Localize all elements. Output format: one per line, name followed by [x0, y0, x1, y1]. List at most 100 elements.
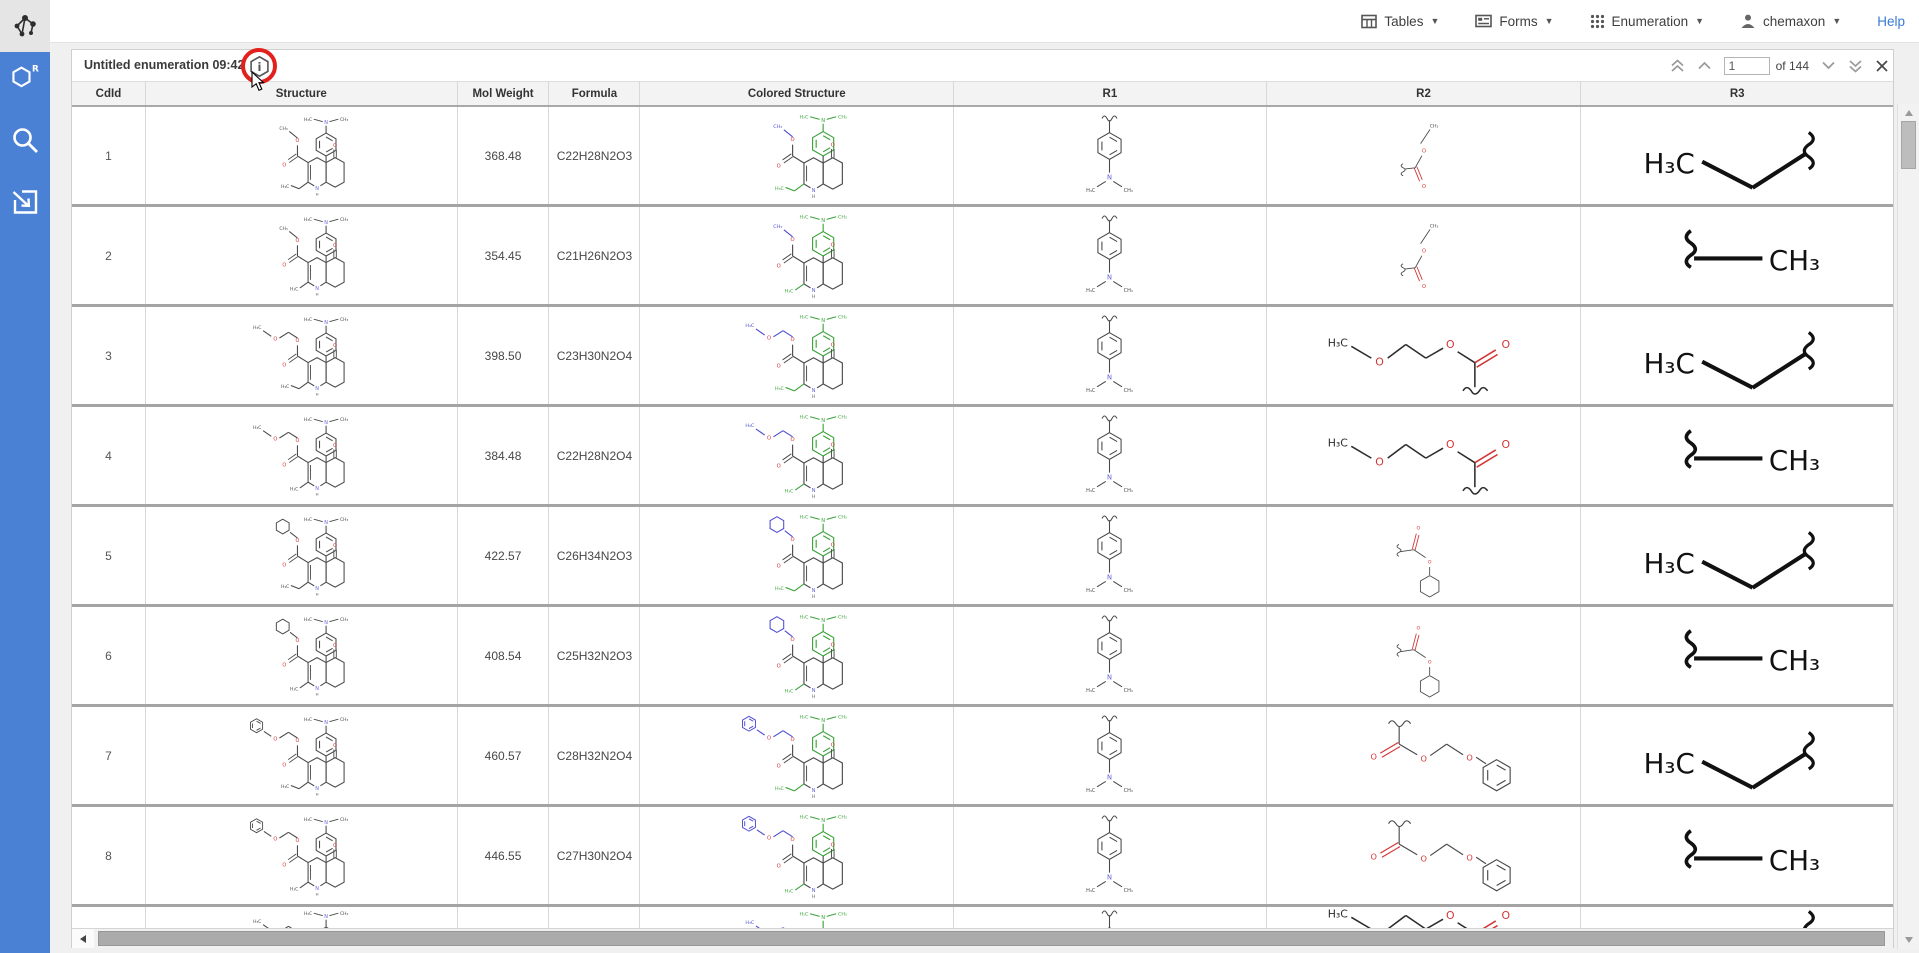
close-button[interactable]	[1875, 59, 1889, 73]
column-header-r2[interactable]: R2	[1267, 82, 1582, 105]
cell-r1[interactable]: NH₃CCH₃	[954, 107, 1267, 204]
column-header-colored[interactable]: Colored Structure	[640, 82, 954, 105]
cell-mol-weight[interactable]: 446.55	[458, 807, 550, 904]
previous-page-button[interactable]	[1697, 61, 1712, 70]
cell-mol-weight[interactable]: 384.48	[458, 407, 550, 504]
next-page-button[interactable]	[1821, 61, 1836, 70]
cell-colored-structure[interactable]: H₃CNCH₃NHOOOOH₃CH₃C	[640, 407, 954, 504]
cell-formula[interactable]: C22H28N2O3	[549, 107, 640, 204]
cell-colored-structure[interactable]: H₃CNCH₃NHOOOCH₃H₃C	[640, 107, 954, 204]
cell-structure[interactable]: H₃CNCH₃NHOOOCH₃H₃C	[146, 207, 458, 304]
cell-r2[interactable]: OO	[1267, 607, 1582, 704]
cell-colored-structure[interactable]: H₃CNCH₃NHOOOOH₃CH₃C	[640, 307, 954, 404]
cell-cdid[interactable]: 5	[72, 507, 146, 604]
vertical-scrollbar-thumb[interactable]	[1901, 121, 1916, 169]
cell-mol-weight[interactable]: 408.54	[458, 607, 550, 704]
cell-colored-structure[interactable]: H₃CNCH₃NHOOOH₃C	[640, 607, 954, 704]
cell-colored-structure[interactable]: H₃CNCH₃NHOOOOH₃CH₃C	[640, 907, 954, 928]
cell-r3[interactable]: CH₃	[1581, 207, 1893, 304]
cell-r2[interactable]: OOO	[1267, 807, 1582, 904]
cell-formula[interactable]: C25H32N2O3	[549, 607, 640, 704]
scroll-down-button[interactable]	[1898, 933, 1919, 947]
cell-mol-weight[interactable]: 422.57	[458, 507, 550, 604]
cell-r1[interactable]: NH₃CCH₃	[954, 207, 1267, 304]
cell-formula[interactable]: C21H26N2O3	[549, 207, 640, 304]
cell-r3[interactable]: H₃C	[1581, 507, 1893, 604]
cell-r2[interactable]: CH₃OO	[1267, 107, 1582, 204]
cell-structure[interactable]: H₃CNCH₃NHOOOCH₃H₃C	[146, 107, 458, 204]
cell-r1[interactable]: NH₃CCH₃	[954, 607, 1267, 704]
cell-structure[interactable]: H₃CNCH₃NHOOOOH₃CH₃C	[146, 407, 458, 504]
menu-forms[interactable]: Forms ▼	[1475, 14, 1553, 29]
cell-colored-structure[interactable]: H₃CNCH₃NHOOOOH₃C	[640, 807, 954, 904]
cell-cdid[interactable]: 1	[72, 107, 146, 204]
cell-r3[interactable]: CH₃	[1581, 607, 1893, 704]
cell-cdid[interactable]: 8	[72, 807, 146, 904]
cell-mol-weight[interactable]: 354.45	[458, 207, 550, 304]
column-header-r1[interactable]: R1	[954, 82, 1267, 105]
cell-structure[interactable]: H₃CNCH₃NHOOOOH₃CH₃C	[146, 307, 458, 404]
cell-r1[interactable]: NH₃CCH₃	[954, 707, 1267, 804]
cell-structure[interactable]: H₃CNCH₃NHOOOOH₃C	[146, 807, 458, 904]
app-logo[interactable]	[0, 0, 50, 52]
cell-colored-structure[interactable]: H₃CNCH₃NHOOOH₃C	[640, 507, 954, 604]
cell-cdid[interactable]	[72, 907, 146, 928]
cell-r3[interactable]: CH₃	[1581, 407, 1893, 504]
cell-structure[interactable]: H₃CNCH₃NHOOOH₃C	[146, 507, 458, 604]
cell-r1[interactable]: NH₃CCH₃	[954, 307, 1267, 404]
cell-r2[interactable]: H₃COOO	[1267, 407, 1582, 504]
cell-r2[interactable]: H₃COOO	[1267, 907, 1582, 928]
cell-r1[interactable]: NH₃CCH₃	[954, 807, 1267, 904]
cell-cdid[interactable]: 7	[72, 707, 146, 804]
cell-formula[interactable]: C27H30N2O4	[549, 807, 640, 904]
cell-colored-structure[interactable]: H₃CNCH₃NHOOOOH₃C	[640, 707, 954, 804]
cell-cdid[interactable]: 6	[72, 607, 146, 704]
cell-colored-structure[interactable]: H₃CNCH₃NHOOOCH₃H₃C	[640, 207, 954, 304]
column-header-mol_weight[interactable]: Mol Weight	[458, 82, 550, 105]
cell-r3[interactable]: H₃C	[1581, 707, 1893, 804]
cell-cdid[interactable]: 4	[72, 407, 146, 504]
cell-cdid[interactable]: 2	[72, 207, 146, 304]
cell-r2[interactable]: OOO	[1267, 707, 1582, 804]
cell-mol-weight[interactable]: 460.57	[458, 707, 550, 804]
sidebar-item-markush-enumeration[interactable]: R	[10, 61, 40, 91]
cell-formula[interactable]: C26H34N2O3	[549, 507, 640, 604]
cell-r1[interactable]: NH₃CCH₃	[954, 507, 1267, 604]
cell-r3[interactable]: H₃C	[1581, 907, 1893, 928]
column-header-cdid[interactable]: CdId	[72, 82, 146, 105]
cell-r2[interactable]: OO	[1267, 507, 1582, 604]
first-page-button[interactable]	[1670, 59, 1685, 73]
cell-r3[interactable]: H₃C	[1581, 307, 1893, 404]
sidebar-item-search[interactable]	[10, 125, 40, 155]
cell-r2[interactable]: CH₃OO	[1267, 207, 1582, 304]
last-page-button[interactable]	[1848, 59, 1863, 73]
horizontal-scrollbar[interactable]	[72, 928, 1893, 948]
cell-r3[interactable]: CH₃	[1581, 807, 1893, 904]
cell-formula[interactable]	[549, 907, 640, 928]
cell-cdid[interactable]: 3	[72, 307, 146, 404]
vertical-scrollbar[interactable]	[1897, 104, 1919, 949]
menu-tables[interactable]: Tables ▼	[1361, 14, 1439, 29]
cell-structure[interactable]: H₃CNCH₃NHOOOOH₃C	[146, 707, 458, 804]
cell-structure[interactable]: H₃CNCH₃NHOOOOH₃CH₃C	[146, 907, 458, 928]
scroll-left-button[interactable]	[72, 929, 94, 948]
cell-r2[interactable]: H₃COOO	[1267, 307, 1582, 404]
scroll-up-button[interactable]	[1898, 106, 1919, 120]
column-header-formula[interactable]: Formula	[549, 82, 640, 105]
menu-account[interactable]: chemaxon ▼	[1740, 13, 1841, 29]
horizontal-scrollbar-thumb[interactable]	[98, 931, 1885, 946]
column-header-structure[interactable]: Structure	[146, 82, 458, 105]
help-link[interactable]: Help	[1877, 14, 1905, 29]
cell-mol-weight[interactable]: 368.48	[458, 107, 550, 204]
cell-mol-weight[interactable]: 398.50	[458, 307, 550, 404]
cell-r1[interactable]: NH₃CCH₃	[954, 407, 1267, 504]
cell-r1[interactable]: NH₃CCH₃	[954, 907, 1267, 928]
column-header-r3[interactable]: R3	[1581, 82, 1893, 105]
cell-structure[interactable]: H₃CNCH₃NHOOOH₃C	[146, 607, 458, 704]
menu-enumeration[interactable]: Enumeration ▼	[1590, 14, 1704, 29]
cell-formula[interactable]: C23H30N2O4	[549, 307, 640, 404]
cell-formula[interactable]: C28H32N2O4	[549, 707, 640, 804]
cell-r3[interactable]: H₃C	[1581, 107, 1893, 204]
cell-formula[interactable]: C22H28N2O4	[549, 407, 640, 504]
cell-mol-weight[interactable]	[458, 907, 550, 928]
